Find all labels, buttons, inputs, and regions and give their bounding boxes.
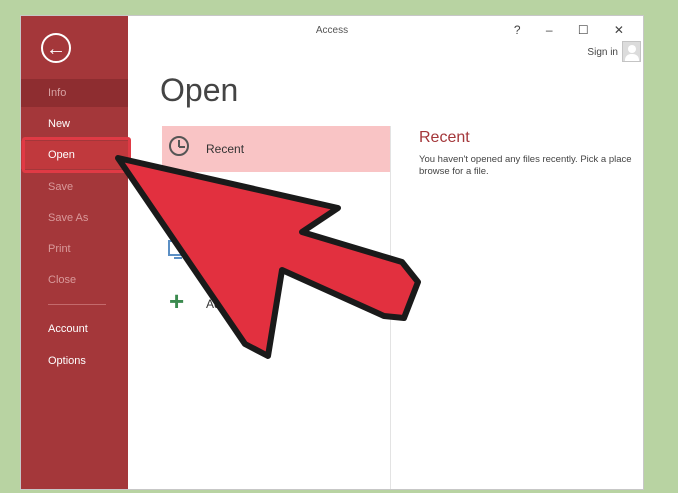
page-title: Open xyxy=(160,72,239,108)
detail-text: You haven't opened any files recently. P… xyxy=(419,154,632,177)
avatar-icon[interactable] xyxy=(622,41,641,62)
sidebar-item-print: Print xyxy=(48,243,71,255)
sidebar-divider xyxy=(48,304,106,305)
open-highlight-box xyxy=(22,137,131,173)
sidebar-item-new[interactable]: New xyxy=(21,110,128,138)
clock-icon xyxy=(169,136,189,156)
sidebar-item-account[interactable]: Account xyxy=(21,315,128,343)
computer-icon xyxy=(168,240,188,256)
place-add[interactable]: + Add xyxy=(162,284,390,330)
plus-icon: + xyxy=(169,286,185,316)
sidebar-item-options[interactable]: Options xyxy=(21,347,128,375)
back-arrow-icon[interactable]: ← xyxy=(41,33,71,63)
access-window: ← Info New Open Save Save As Print Close… xyxy=(21,16,643,489)
sidebar-item-save: Save xyxy=(48,181,74,193)
sign-in-link[interactable]: Sign in xyxy=(587,47,618,58)
detail-title: Recent xyxy=(419,129,470,146)
backstage-sidebar: ← Info New Open Save Save As Print Close… xyxy=(21,16,131,489)
place-label: Add xyxy=(206,297,228,311)
sidebar-item-save-as: Save As xyxy=(48,212,89,224)
place-recent[interactable]: Recent xyxy=(162,126,390,172)
open-places-list: Recent + Add xyxy=(162,126,391,489)
place-computer[interactable] xyxy=(162,234,390,280)
sidebar-item-close: Close xyxy=(48,274,77,286)
place-label: Recent xyxy=(206,142,245,156)
window-controls[interactable]: ? – ☐ ✕ xyxy=(514,23,635,37)
sidebar-item-info[interactable]: Info xyxy=(21,79,128,107)
